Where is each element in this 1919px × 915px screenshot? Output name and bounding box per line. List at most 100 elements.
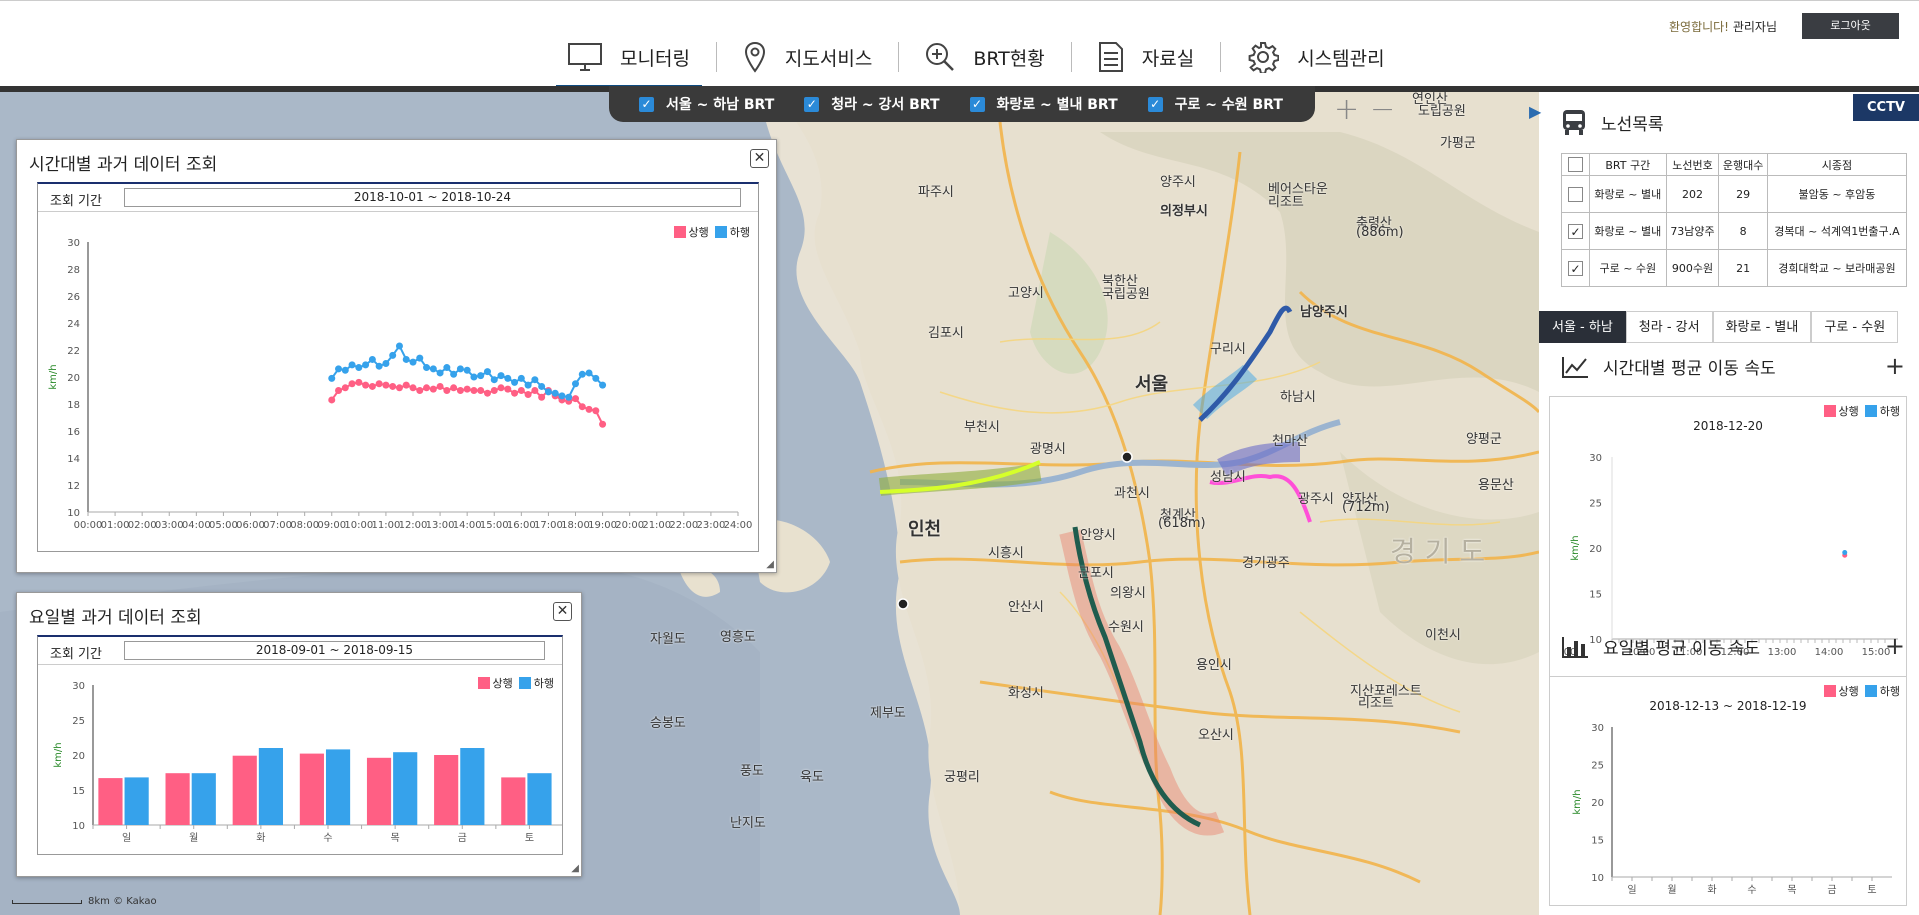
select-all-checkbox[interactable] bbox=[1568, 157, 1583, 172]
legend-swatch-up bbox=[1823, 405, 1836, 417]
monitor-icon bbox=[568, 43, 602, 71]
hourly-history-panel[interactable]: 시간대별 과거 데이터 조회 ✕ 조회 기간 2018-10-01 ~ 2018… bbox=[16, 139, 777, 573]
row-check-cell[interactable] bbox=[1561, 175, 1590, 213]
select-all-cell[interactable] bbox=[1561, 153, 1590, 176]
daily-bar-chart: 10 15 20 25 30 일 월 화 수 목 금 토 km/h bbox=[53, 681, 562, 844]
map-label: 리조트 bbox=[1268, 195, 1304, 210]
logout-button[interactable]: 로그아웃 bbox=[1802, 13, 1899, 39]
data-point bbox=[328, 374, 336, 382]
period-row: 조회 기간 2018-09-01 ~ 2018-09-15 bbox=[38, 637, 562, 665]
y-tick-label: 15 bbox=[1589, 590, 1602, 601]
close-button[interactable]: ✕ bbox=[750, 149, 769, 168]
brt-filter-label: 구로 ~ 수원 BRT bbox=[1174, 97, 1283, 113]
table-row[interactable]: ✓ 구로 ~ 수원 900수원 21 경희대학교 ~ 보라매공원 bbox=[1561, 249, 1908, 287]
tab-1[interactable]: 청라 - 강서 bbox=[1625, 311, 1713, 343]
avg-hour-expand-button[interactable]: + bbox=[1885, 352, 1905, 380]
daily-history-panel[interactable]: 요일별 과거 데이터 조회 ✕ 조회 기간 2018-09-01 ~ 2018-… bbox=[16, 592, 582, 877]
avg-day-bar-chart: 10 15 20 25 30 일 월 화 수 목 금 토 km/h bbox=[1572, 723, 1892, 896]
cell-no: 73남양주 bbox=[1665, 212, 1720, 250]
x-tick-label: 월 bbox=[189, 832, 198, 844]
close-button[interactable]: ✕ bbox=[553, 602, 572, 621]
y-tick-label: 20 bbox=[1589, 544, 1602, 555]
x-tick-label: 00:00 bbox=[74, 520, 103, 531]
legend-swatch-down bbox=[1864, 685, 1877, 697]
checkbox-checked[interactable]: ✓ bbox=[1147, 96, 1163, 112]
tab-3[interactable]: 구로 - 수원 bbox=[1811, 311, 1899, 343]
period-label: 조회 기간 bbox=[50, 647, 102, 662]
bar-상행 bbox=[165, 773, 190, 825]
map-label: (886m) bbox=[1356, 225, 1404, 240]
x-tick-label: 월 bbox=[1667, 884, 1676, 896]
y-tick-label: 25 bbox=[72, 716, 85, 727]
table-row[interactable]: ✓ 화랑로 ~ 별내 73남양주 8 경복대 ~ 석계역1번출구.A bbox=[1561, 212, 1908, 250]
x-tick-label: 일 bbox=[122, 832, 131, 844]
data-point bbox=[368, 355, 376, 363]
map-label: 난지도 bbox=[730, 816, 766, 831]
bar-상행 bbox=[501, 777, 526, 825]
period-label: 조회 기간 bbox=[50, 194, 102, 209]
nav-monitoring[interactable]: 모니터링 bbox=[556, 29, 702, 89]
data-point bbox=[341, 384, 349, 392]
y-tick-label: 16 bbox=[67, 427, 80, 438]
checkbox-checked[interactable]: ✓ bbox=[1568, 223, 1583, 239]
map-label: 화성시 bbox=[1008, 686, 1044, 701]
row-check-cell[interactable]: ✓ bbox=[1561, 249, 1590, 287]
nav-archive[interactable]: 자료실 bbox=[1086, 29, 1206, 85]
x-tick-label: 22:00 bbox=[669, 520, 698, 531]
nav-map-service[interactable]: 지도서비스 bbox=[731, 29, 884, 85]
nav-system-admin[interactable]: 시스템관리 bbox=[1235, 29, 1396, 85]
data-point bbox=[531, 387, 539, 394]
data-point bbox=[443, 387, 451, 394]
map-label: 구리시 bbox=[1210, 342, 1246, 357]
checkbox-checked[interactable]: ✓ bbox=[969, 96, 985, 112]
brt-filter-0[interactable]: ✓ 서울 ~ 하남 BRT bbox=[639, 94, 774, 114]
brt-filter-3[interactable]: ✓ 구로 ~ 수원 BRT bbox=[1147, 94, 1283, 114]
checkbox-checked[interactable]: ✓ bbox=[639, 96, 654, 112]
data-point bbox=[348, 361, 356, 369]
resize-handle[interactable]: ◢ bbox=[571, 863, 579, 874]
data-point bbox=[382, 381, 390, 389]
resize-handle[interactable]: ◢ bbox=[766, 559, 774, 570]
bar-chart-icon bbox=[1562, 636, 1588, 658]
y-tick-label: 25 bbox=[1591, 761, 1604, 772]
y-axis-label: km/h bbox=[48, 364, 59, 389]
brt-filter-1[interactable]: ✓ 청라 ~ 강서 BRT bbox=[804, 94, 940, 114]
table-row[interactable]: 화랑로 ~ 별내 202 29 불암동 ~ 후암동 bbox=[1561, 175, 1908, 213]
x-tick-label: 24:00 bbox=[724, 520, 753, 531]
row-check-cell[interactable]: ✓ bbox=[1561, 212, 1590, 250]
checkbox-checked[interactable]: ✓ bbox=[1568, 260, 1583, 276]
map-zoom-out-button[interactable]: − bbox=[1370, 92, 1395, 127]
x-tick-label: 일 bbox=[1627, 884, 1636, 896]
map-label: 의정부시 bbox=[1160, 204, 1208, 219]
brt-filter-2[interactable]: ✓ 화랑로 ~ 별내 BRT bbox=[969, 94, 1118, 114]
legend-down-label: 하행 bbox=[1879, 405, 1900, 418]
welcome-text: 환영합니다! 관리자님 bbox=[1669, 18, 1777, 35]
map-label: 양평군 bbox=[1466, 432, 1502, 447]
data-point bbox=[538, 382, 546, 390]
nav-brt-status[interactable]: BRT현황 bbox=[913, 29, 1056, 85]
checkbox-checked[interactable]: ✓ bbox=[804, 96, 820, 112]
period-input[interactable]: 2018-09-01 ~ 2018-09-15 bbox=[124, 641, 545, 660]
avg-day-expand-button[interactable]: + bbox=[1885, 632, 1905, 660]
checkbox[interactable] bbox=[1568, 186, 1583, 202]
tab-0[interactable]: 서울 - 하남 bbox=[1539, 311, 1626, 343]
cell-ends: 불암동 ~ 후암동 bbox=[1766, 175, 1908, 213]
y-tick-label: 30 bbox=[72, 681, 85, 692]
bus-icon bbox=[1563, 110, 1585, 135]
map-label: 안산시 bbox=[1008, 600, 1044, 615]
x-tick-label: 목 bbox=[391, 832, 400, 844]
panel-collapse-arrow-icon[interactable]: ▶ bbox=[1529, 102, 1541, 121]
avg-hour-title: 시간대별 평균 이동 속도 bbox=[1603, 359, 1776, 379]
cell-no: 900수원 bbox=[1665, 249, 1720, 287]
period-input[interactable]: 2018-10-01 ~ 2018-10-24 bbox=[124, 188, 741, 207]
bar-상행 bbox=[232, 755, 257, 825]
map-zoom-in-button[interactable]: + bbox=[1334, 92, 1359, 127]
map-label: 용문산 bbox=[1478, 478, 1514, 493]
tab-2[interactable]: 화랑로 - 별내 bbox=[1712, 311, 1812, 343]
cctv-button[interactable]: CCTV bbox=[1853, 94, 1919, 121]
y-tick-label: 20 bbox=[1591, 798, 1604, 809]
map-label: 승봉도 bbox=[650, 716, 686, 731]
x-tick-label: 23:00 bbox=[697, 520, 726, 531]
right-side-panel: ▶ 노선목록 BRT 구간 노선번호 운행대수 시종점 화랑로 ~ 별내 202 2… bbox=[1529, 92, 1919, 915]
panel-title: 요일별 과거 데이터 조회 bbox=[29, 608, 202, 628]
